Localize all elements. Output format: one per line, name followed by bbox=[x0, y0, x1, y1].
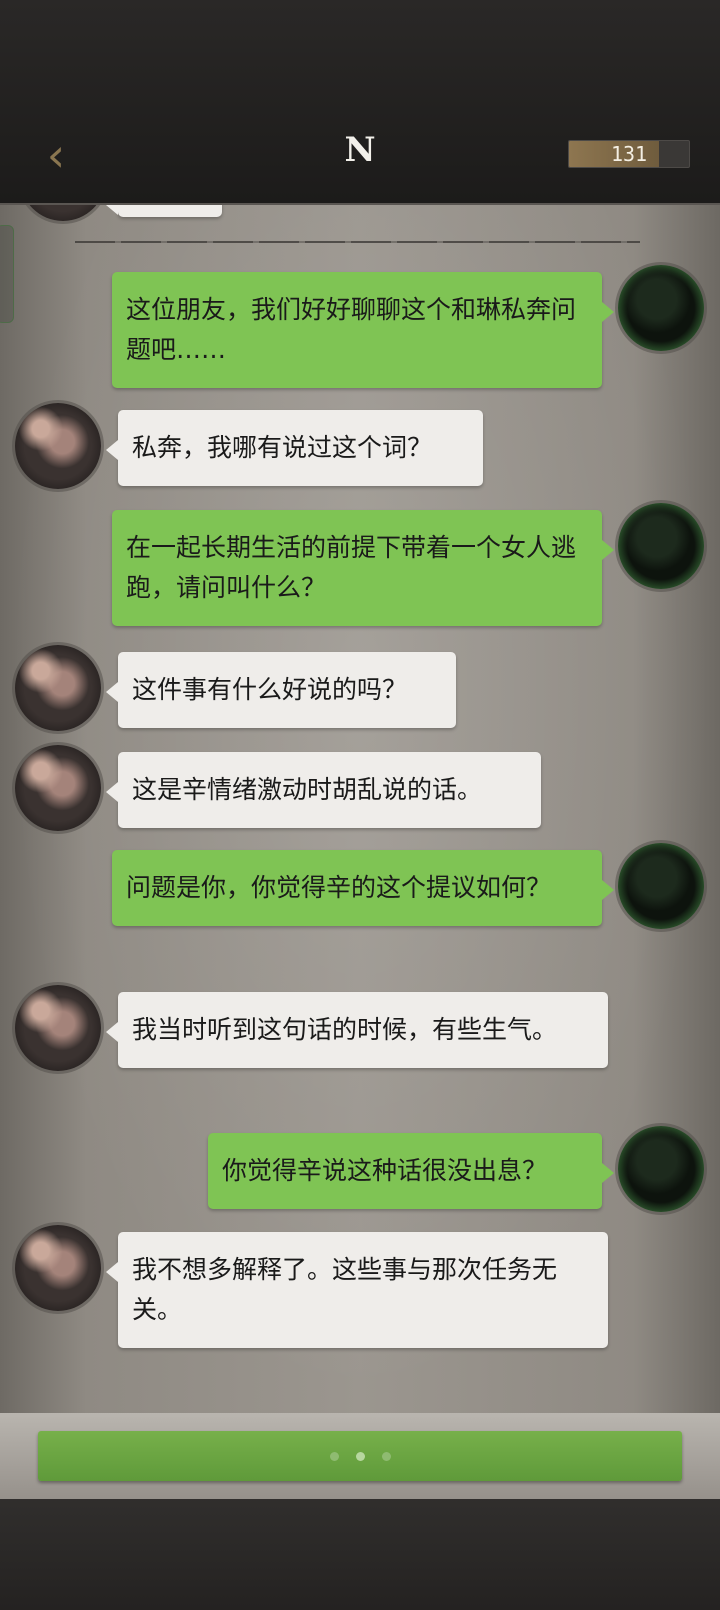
avatar bbox=[15, 403, 101, 489]
top-bar: ‹ N 131 bbox=[0, 0, 720, 205]
side-tab[interactable] bbox=[0, 225, 14, 323]
message-bubble-player: 问题是你，你觉得辛的这个提议如何？ bbox=[112, 850, 614, 926]
bottom-panel bbox=[0, 1413, 720, 1610]
reply-button[interactable] bbox=[38, 1431, 682, 1481]
reply-strip bbox=[0, 1413, 720, 1499]
avatar bbox=[15, 745, 101, 831]
message-bubble-npc: 这件事有什么好说的吗？ bbox=[106, 652, 456, 728]
message-bubble-npc: 这是辛情绪激动时胡乱说的话。 bbox=[106, 752, 541, 828]
progress-counter: 131 bbox=[568, 140, 690, 168]
message-bubble-npc: 我当时听到这句话的时候，有些生气。 bbox=[106, 992, 608, 1068]
typing-indicator bbox=[38, 1431, 682, 1481]
message-bubble-player: 在一起长期生活的前提下带着一个女人逃跑，请问叫什么？ bbox=[112, 510, 614, 626]
avatar bbox=[15, 645, 101, 731]
message-bubble-player: 这位朋友，我们好好聊聊这个和琳私奔问题吧…… bbox=[112, 272, 614, 388]
counter-value: 131 bbox=[610, 142, 648, 166]
avatar bbox=[618, 843, 704, 929]
chat-area[interactable]: 这位朋友，我们好好聊聊这个和琳私奔问题吧…… 私奔，我哪有说过这个词？ 在一起长… bbox=[0, 205, 720, 1415]
avatar bbox=[618, 1126, 704, 1212]
avatar bbox=[618, 265, 704, 351]
avatar bbox=[15, 1225, 101, 1311]
avatar bbox=[618, 503, 704, 589]
divider bbox=[75, 241, 640, 243]
avatar bbox=[15, 985, 101, 1071]
indicator-dot bbox=[355, 1451, 365, 1461]
indicator-dot bbox=[381, 1451, 391, 1461]
message-bubble-npc: 私奔，我哪有说过这个词？ bbox=[106, 410, 483, 486]
message-bubble-partial bbox=[106, 205, 222, 217]
message-bubble-player: 你觉得辛说这种话很没出息？ bbox=[208, 1133, 614, 1209]
message-bubble-npc: 我不想多解释了。这些事与那次任务无关。 bbox=[106, 1232, 608, 1348]
indicator-dot bbox=[329, 1451, 339, 1461]
avatar bbox=[20, 205, 106, 221]
